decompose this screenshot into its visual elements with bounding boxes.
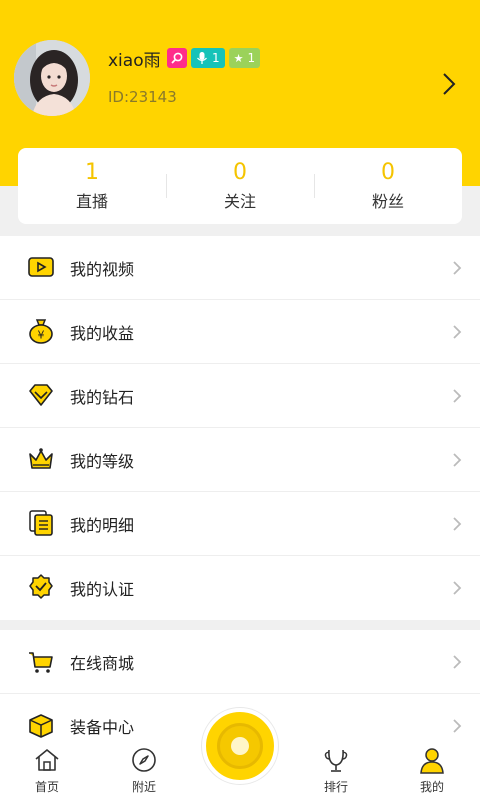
stat-following[interactable]: 0 关注 (166, 148, 314, 224)
package-icon (29, 714, 53, 738)
chevron-right-icon (453, 719, 462, 733)
crown-icon (29, 448, 53, 469)
verified-badge-icon (29, 574, 53, 599)
stat-label: 粉丝 (371, 192, 404, 211)
star-icon: ★ (233, 51, 244, 65)
stat-value: 0 (381, 160, 395, 185)
money-bag-icon: ¥ (29, 319, 53, 344)
stat-fans[interactable]: 0 粉丝 (314, 148, 462, 224)
tab-home[interactable]: 首页 (17, 746, 77, 798)
stat-label: 关注 (223, 192, 256, 211)
menu-item-my-level[interactable]: 我的等级 (0, 428, 480, 492)
tab-mine[interactable]: 我的 (402, 746, 462, 798)
chevron-right-icon (453, 261, 462, 275)
menu-item-online-store[interactable]: 在线商城 (0, 630, 480, 694)
chevron-right-icon (453, 453, 462, 467)
trophy-icon (324, 749, 348, 772)
cart-icon (29, 652, 53, 673)
menu-label: 我的认证 (70, 580, 135, 599)
compass-icon (132, 748, 156, 772)
stat-label: 直播 (75, 192, 108, 211)
live-button-ring (217, 723, 263, 769)
svg-text:¥: ¥ (38, 329, 45, 342)
menu-label: 我的视频 (70, 259, 135, 279)
menu-item-my-verification[interactable]: 我的认证 (0, 556, 480, 620)
chevron-right-icon (453, 581, 462, 595)
avatar-image (14, 40, 90, 116)
home-icon (35, 749, 59, 771)
chevron-right-icon[interactable] (436, 70, 460, 98)
diamond-icon (29, 384, 53, 406)
star-badge: ★ 1 (228, 48, 261, 68)
live-button-core (231, 737, 249, 755)
menu-label: 我的等级 (70, 451, 135, 471)
stat-value: 0 (233, 160, 247, 185)
menu-label: 我的钻石 (70, 387, 135, 407)
menu-item-my-details[interactable]: 我的明细 (0, 492, 480, 556)
search-badge-icon (171, 52, 183, 64)
mic-icon (197, 52, 207, 64)
menu-item-my-videos[interactable]: 我的视频 (0, 236, 480, 300)
menu-list: 我的视频 ¥ 我的收益 我的钻石 我的等级 我的明细 我的认证 (0, 236, 480, 620)
mic-badge-count: 1 (212, 51, 220, 65)
chevron-right-icon (453, 389, 462, 403)
tab-label: 我的 (419, 780, 444, 794)
user-badges: 1 ★ 1 (167, 48, 261, 68)
tab-label: 排行 (323, 780, 348, 794)
center-live-button[interactable] (202, 708, 278, 784)
avatar[interactable] (14, 40, 90, 116)
menu-label: 我的明细 (70, 515, 135, 535)
user-id: ID:23143 (108, 88, 177, 106)
tab-ranking[interactable]: 排行 (306, 746, 366, 798)
user-icon (420, 748, 444, 774)
tab-nearby[interactable]: 附近 (114, 746, 174, 798)
stats-card: 1 直播 0 关注 0 粉丝 (18, 148, 462, 224)
chevron-right-icon (453, 325, 462, 339)
tab-label: 首页 (34, 780, 59, 794)
document-list-icon (29, 510, 53, 536)
video-icon (28, 257, 54, 277)
menu-item-my-diamonds[interactable]: 我的钻石 (0, 364, 480, 428)
star-badge-count: 1 (247, 51, 256, 65)
menu-label: 装备中心 (70, 718, 135, 737)
menu-label: 在线商城 (70, 653, 135, 673)
chevron-right-icon (453, 517, 462, 531)
menu-item-my-earnings[interactable]: ¥ 我的收益 (0, 300, 480, 364)
chevron-right-icon (453, 655, 462, 669)
search-badge (167, 48, 187, 68)
stat-live[interactable]: 1 直播 (18, 148, 166, 224)
tab-label: 附近 (131, 780, 156, 794)
stat-value: 1 (85, 160, 99, 185)
username: xiao雨 (108, 51, 161, 71)
menu-label: 我的收益 (70, 323, 135, 343)
mic-badge: 1 (191, 48, 225, 68)
